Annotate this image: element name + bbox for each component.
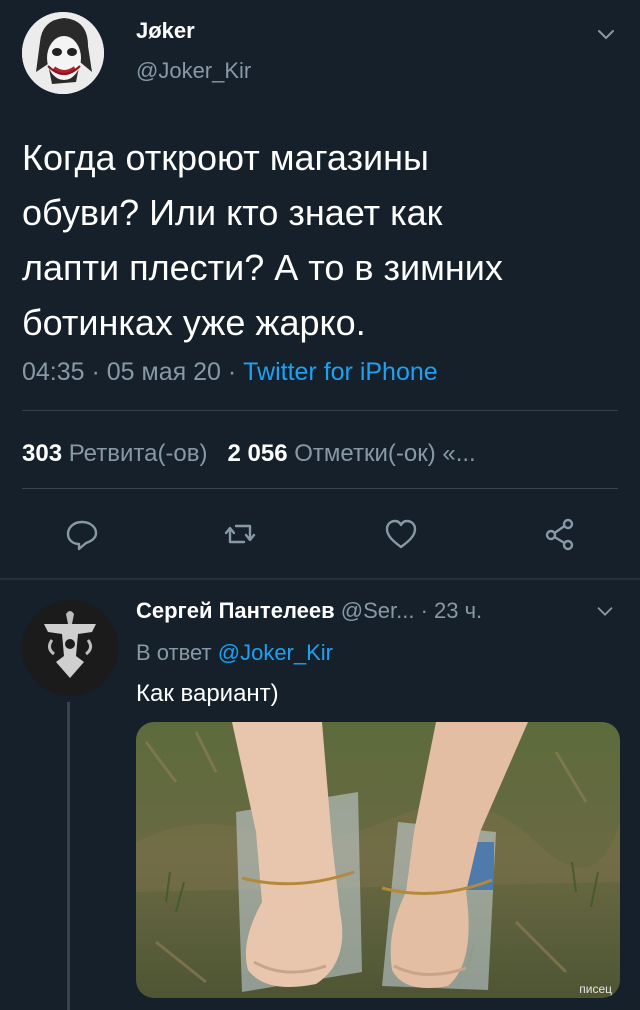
tweet-text-line: Когда откроют магазины (22, 137, 429, 178)
meta-separator: · (84, 358, 107, 386)
author-avatar[interactable] (22, 12, 104, 94)
retweet-icon[interactable] (222, 516, 258, 552)
tweet-text-line: лапти плести? А то в зимних (22, 247, 503, 288)
share-icon[interactable] (542, 516, 578, 552)
chevron-down-icon[interactable] (594, 600, 616, 622)
divider (22, 410, 618, 411)
reply-to-prefix: В ответ (136, 640, 218, 665)
likes-label: Отметки(-ок) «... (294, 440, 476, 467)
reply-to-line: В ответ @Joker_Kir (136, 640, 333, 666)
joker-avatar-image (22, 12, 104, 94)
reply-time[interactable]: · 23 ч. (421, 598, 483, 623)
reply-author-avatar[interactable] (22, 600, 118, 696)
author-name[interactable]: Jøker (136, 18, 195, 44)
tweet-text: Когда откроют магазины обуви? Или кто зн… (22, 130, 622, 350)
likes-count: 2 056 (227, 440, 288, 467)
retweets-count: 303 (22, 440, 63, 467)
tweet-meta: 04:35 · 05 мая 20 · Twitter for iPhone (22, 358, 438, 387)
retweets-label: Ретвита(-ов) (68, 440, 208, 467)
reply-header: Сергей Пантелеев @Ser... · 23 ч. (136, 598, 482, 624)
divider (22, 488, 618, 489)
tweet-date: 05 мая 20 (106, 358, 221, 386)
watermark: писец (579, 982, 612, 996)
tweet-text-line: обуви? Или кто знает как (22, 192, 443, 233)
thread-line (67, 702, 70, 1010)
comment-icon[interactable] (64, 516, 100, 552)
heart-icon[interactable] (383, 516, 419, 552)
chevron-down-icon[interactable] (594, 22, 618, 46)
reply-author-handle[interactable]: @Ser... (341, 598, 415, 623)
likes-stat[interactable]: 2 056 Отметки(-ок) «... (228, 440, 476, 467)
meta-separator: · (220, 358, 244, 386)
reply-to-mention[interactable]: @Joker_Kir (218, 640, 333, 665)
thor-hammer-icon (22, 600, 118, 696)
author-handle[interactable]: @Joker_Kir (136, 58, 251, 84)
tweet-time: 04:35 (22, 358, 85, 386)
tweet-source-link[interactable]: Twitter for iPhone (243, 358, 438, 386)
bottle-sandals-photo (136, 722, 620, 998)
tweet-text-line: ботинках уже жарко. (22, 302, 366, 343)
section-separator (0, 578, 640, 580)
reply-author-name[interactable]: Сергей Пантелеев (136, 598, 335, 623)
reply-text: Как вариант) (136, 680, 279, 707)
reply-photo[interactable]: писец (136, 722, 620, 998)
tweet-stats: 303 Ретвита(-ов) 2 056 Отметки(-ок) «... (22, 440, 476, 468)
retweets-stat[interactable]: 303 Ретвита(-ов) (22, 440, 208, 467)
